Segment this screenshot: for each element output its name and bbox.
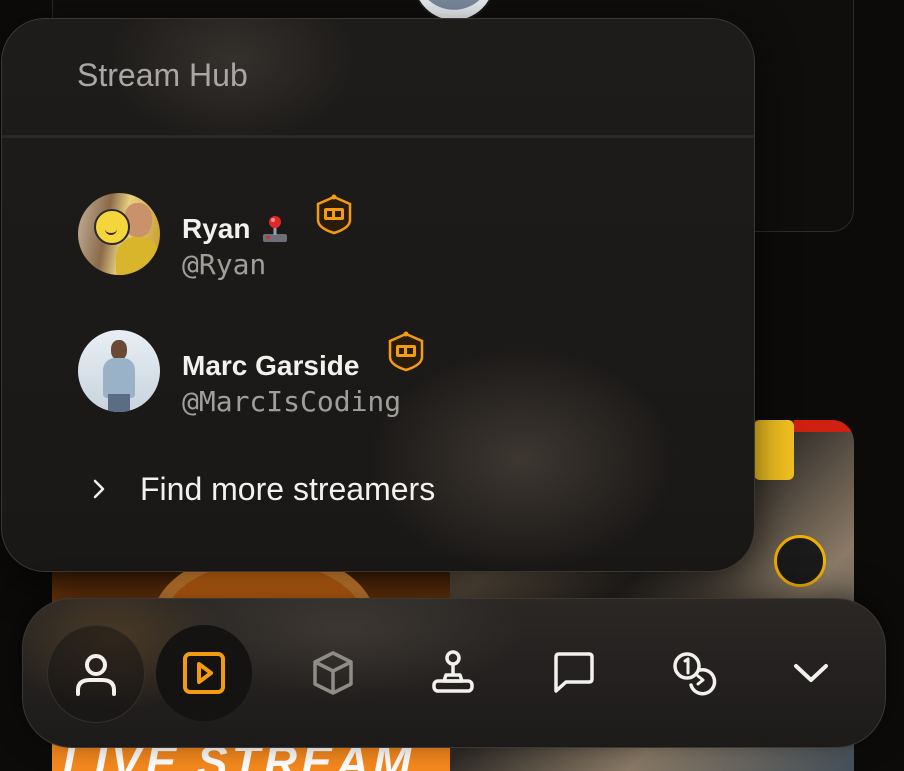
avatar [78, 330, 160, 412]
user-icon [76, 654, 116, 696]
cube-icon [313, 651, 353, 695]
play-icon [183, 652, 225, 694]
coins-icon [673, 652, 717, 696]
nav-streams-button[interactable] [156, 625, 252, 721]
streamer-name: Marc Garside [182, 350, 359, 382]
joystick-emoji [263, 216, 288, 242]
chat-icon [554, 652, 594, 693]
bottom-nav [22, 598, 886, 748]
mc-badge-icon [388, 331, 424, 372]
thumbnail-logo [774, 535, 826, 587]
streamer-name-text: Marc Garside [182, 350, 360, 381]
streamer-item-marc-garside[interactable]: Marc Garside @MarcIsCoding [78, 330, 678, 418]
streamer-handle: @Ryan [182, 248, 267, 281]
nav-coins-button[interactable] [646, 625, 742, 721]
nav-games-button[interactable] [405, 625, 501, 721]
panel-divider [2, 135, 754, 138]
nav-more-button[interactable] [763, 625, 859, 721]
panel-title: Stream Hub [77, 57, 248, 93]
joystick-icon [432, 650, 474, 693]
find-more-label: Find more streamers [140, 470, 436, 507]
nav-chat-button[interactable] [526, 625, 622, 721]
nav-cube-button[interactable] [285, 625, 381, 721]
streamer-handle: @MarcIsCoding [182, 385, 402, 418]
thumbnail-red-strip [794, 420, 854, 432]
chevron-right-icon [93, 479, 105, 499]
mc-badge-icon [316, 194, 352, 235]
thumbnail-yellow-sign [754, 420, 794, 480]
nav-profile-button[interactable] [47, 625, 145, 723]
stream-hub-panel: Stream Hub Ryan @Ryan Marc Garside @Marc… [1, 18, 755, 572]
streamer-name-text: Ryan [182, 213, 251, 244]
chevron-down-icon [794, 664, 828, 682]
streamer-name: Ryan [182, 213, 290, 245]
find-more-streamers-button[interactable]: Find more streamers [88, 469, 435, 509]
avatar [78, 193, 160, 275]
streamer-item-ryan[interactable]: Ryan @Ryan [78, 193, 678, 281]
